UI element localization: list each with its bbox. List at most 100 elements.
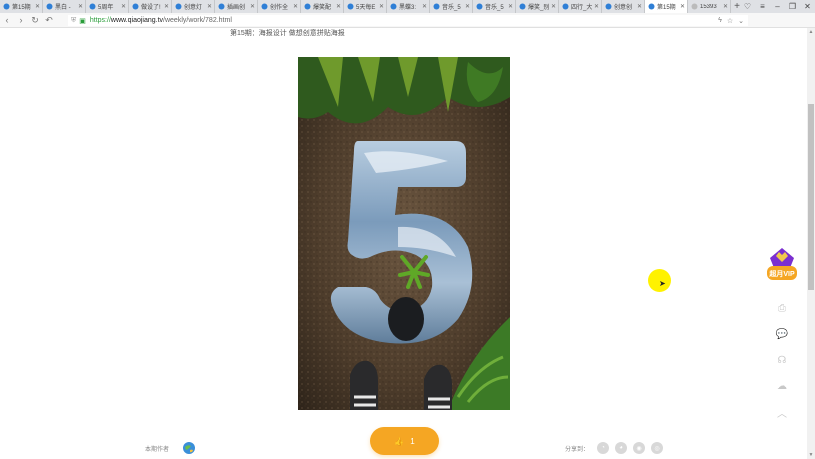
like-button[interactable]: 👍 1: [370, 427, 439, 455]
tab-close-icon[interactable]: ✕: [205, 3, 214, 10]
tab-favicon-icon: [304, 3, 311, 10]
tab-close-icon[interactable]: ✕: [721, 3, 730, 10]
url-path: /weekly/work/782.html: [163, 17, 232, 24]
tab-strip: 第15期 ✕ 黑白 - ✕ 5周年 ✕ 做设了! ✕ 创意灯 ✕ 插画创 ✕ 创作全 ✕ 爆笑配 ✕ 5天每E ✕…: [0, 0, 815, 13]
tab-label: 做设了!: [141, 5, 161, 11]
author-avatar[interactable]: [183, 442, 196, 454]
browser-tab[interactable]: 第15期 ✕: [0, 0, 43, 13]
vip-badge[interactable]: 超月VIP: [766, 246, 798, 288]
browser-tab[interactable]: 第15期 ✕: [645, 0, 688, 13]
minimize-button[interactable]: –: [770, 0, 785, 13]
forward-button[interactable]: ›: [14, 13, 28, 28]
profile-icon[interactable]: ♡: [740, 0, 755, 13]
tab-label: 15393: [700, 3, 717, 10]
star-icon[interactable]: ☆: [727, 17, 733, 25]
tab-close-icon[interactable]: ✕: [678, 3, 687, 10]
page-title: 第15期：海报设计 做想创意拼贴海报: [230, 30, 345, 37]
tab-label: 5周年: [98, 5, 114, 11]
tab-label: 四行_大: [571, 5, 592, 11]
tab-close-icon[interactable]: ✕: [463, 3, 472, 10]
back-button[interactable]: ‹: [0, 13, 14, 28]
browser-tab[interactable]: 插画创 ✕: [215, 0, 258, 13]
tab-favicon-icon: [218, 3, 225, 10]
author-row: 本期作者: [145, 442, 196, 454]
page-scrollbar[interactable]: ▲ ▼: [807, 28, 815, 459]
tab-close-icon[interactable]: ✕: [377, 3, 386, 10]
tab-close-icon[interactable]: ✕: [420, 3, 429, 10]
browser-tab[interactable]: 爆笑配 ✕: [301, 0, 344, 13]
dropdown-chevron-icon[interactable]: ⌄: [738, 17, 744, 25]
share-row: 分享到： ◔ ◕ ◉ ◎: [565, 442, 664, 454]
browser-tab[interactable]: 黑白 - ✕: [43, 0, 86, 13]
browser-tab[interactable]: 黑蝶3: ✕: [387, 0, 430, 13]
tab-close-icon[interactable]: ✕: [291, 3, 300, 10]
tab-label: 创意灯: [184, 5, 203, 11]
tab-favicon-icon: [132, 3, 139, 10]
tab-favicon-icon: [390, 3, 397, 10]
headset-icon[interactable]: ☊: [776, 354, 788, 366]
tab-close-icon[interactable]: ✕: [592, 3, 601, 10]
tab-label: 插画创: [227, 5, 246, 11]
browser-tab[interactable]: 爆笑_别 ✕: [516, 0, 559, 13]
scroll-up-arrow-icon[interactable]: ▲: [807, 28, 815, 36]
back-to-top-icon[interactable]: ︿: [776, 406, 788, 420]
tab-close-icon[interactable]: ✕: [119, 3, 128, 10]
tab-favicon-icon: [3, 3, 10, 10]
like-count: 1: [410, 436, 415, 446]
mouse-pointer-icon: ➤: [659, 279, 666, 288]
security-shield-icon: ⛨: [71, 16, 77, 24]
browser-tab[interactable]: 15393 ✕: [688, 0, 731, 13]
scroll-down-arrow-icon[interactable]: ▼: [807, 451, 815, 459]
share-label: 分享到：: [565, 446, 590, 453]
reload-button[interactable]: ↻: [28, 13, 42, 28]
tab-label: 5天每E: [356, 5, 376, 11]
weibo-share-icon[interactable]: ◕: [615, 442, 628, 454]
undo-button[interactable]: ↶: [42, 13, 56, 28]
tab-favicon-icon: [261, 3, 268, 10]
tab-favicon-icon: [46, 3, 53, 10]
browser-tab[interactable]: 创作全 ✕: [258, 0, 301, 13]
lightning-icon[interactable]: ϟ: [718, 17, 722, 24]
tab-favicon-icon: [605, 3, 612, 10]
page-content: 第15期：海报设计 做想创意拼贴海报 超月VIP ⎙ 💬 ☊ ☁ ︿ ➤ 本期作…: [0, 28, 807, 459]
page-info-icon: ▣: [79, 17, 86, 25]
browser-tab[interactable]: 做设了! ✕: [129, 0, 172, 13]
browser-tab[interactable]: 四行_大 ✕: [559, 0, 602, 13]
cloud-icon[interactable]: ☁: [776, 380, 788, 392]
browser-tab[interactable]: 5周年 ✕: [86, 0, 129, 13]
menu-icon[interactable]: ≡: [755, 0, 770, 13]
tab-close-icon[interactable]: ✕: [334, 3, 343, 10]
comment-icon[interactable]: 💬: [776, 328, 788, 340]
qq-share-icon[interactable]: ◉: [633, 442, 646, 454]
close-window-button[interactable]: ✕: [800, 0, 815, 13]
window-controls: ♡ ≡ – ❐ ✕: [740, 0, 815, 13]
tab-close-icon[interactable]: ✕: [506, 3, 515, 10]
browser-tab[interactable]: 创意创 ✕: [602, 0, 645, 13]
tab-close-icon[interactable]: ✕: [549, 3, 558, 10]
address-bar[interactable]: ⛨ ▣ https:// www.qiaojiang.tv /weekly/wo…: [68, 15, 748, 26]
print-icon[interactable]: ⎙: [776, 302, 788, 314]
tab-close-icon[interactable]: ✕: [33, 3, 42, 10]
browser-tab[interactable]: 音乐_5 ✕: [430, 0, 473, 13]
browser-tab[interactable]: 音乐_5 ✕: [473, 0, 516, 13]
tab-close-icon[interactable]: ✕: [76, 3, 85, 10]
tab-favicon-icon: [691, 3, 698, 10]
restore-button[interactable]: ❐: [785, 0, 800, 13]
tab-close-icon[interactable]: ✕: [635, 3, 644, 10]
browser-tab[interactable]: 创意灯 ✕: [172, 0, 215, 13]
wechat-share-icon[interactable]: ◔: [597, 442, 610, 454]
browser-toolbar: ‹ › ↻ ↶ ⛨ ▣ https:// www.qiaojiang.tv /w…: [0, 13, 815, 38]
scroll-thumb[interactable]: [808, 104, 814, 290]
qzone-share-icon[interactable]: ◎: [651, 442, 664, 454]
tab-favicon-icon: [175, 3, 182, 10]
poster-image: [298, 57, 510, 410]
author-label: 本期作者: [145, 446, 170, 453]
browser-tab[interactable]: 5天每E ✕: [344, 0, 387, 13]
tab-close-icon[interactable]: ✕: [162, 3, 171, 10]
tab-favicon-icon: [347, 3, 354, 10]
side-toolbar: 超月VIP ⎙ 💬 ☊ ☁ ︿: [766, 246, 798, 420]
tab-label: 创作全: [270, 5, 289, 11]
tab-close-icon[interactable]: ✕: [248, 3, 257, 10]
tab-label: 爆笑_别: [528, 5, 549, 11]
tab-favicon-icon: [519, 3, 526, 10]
